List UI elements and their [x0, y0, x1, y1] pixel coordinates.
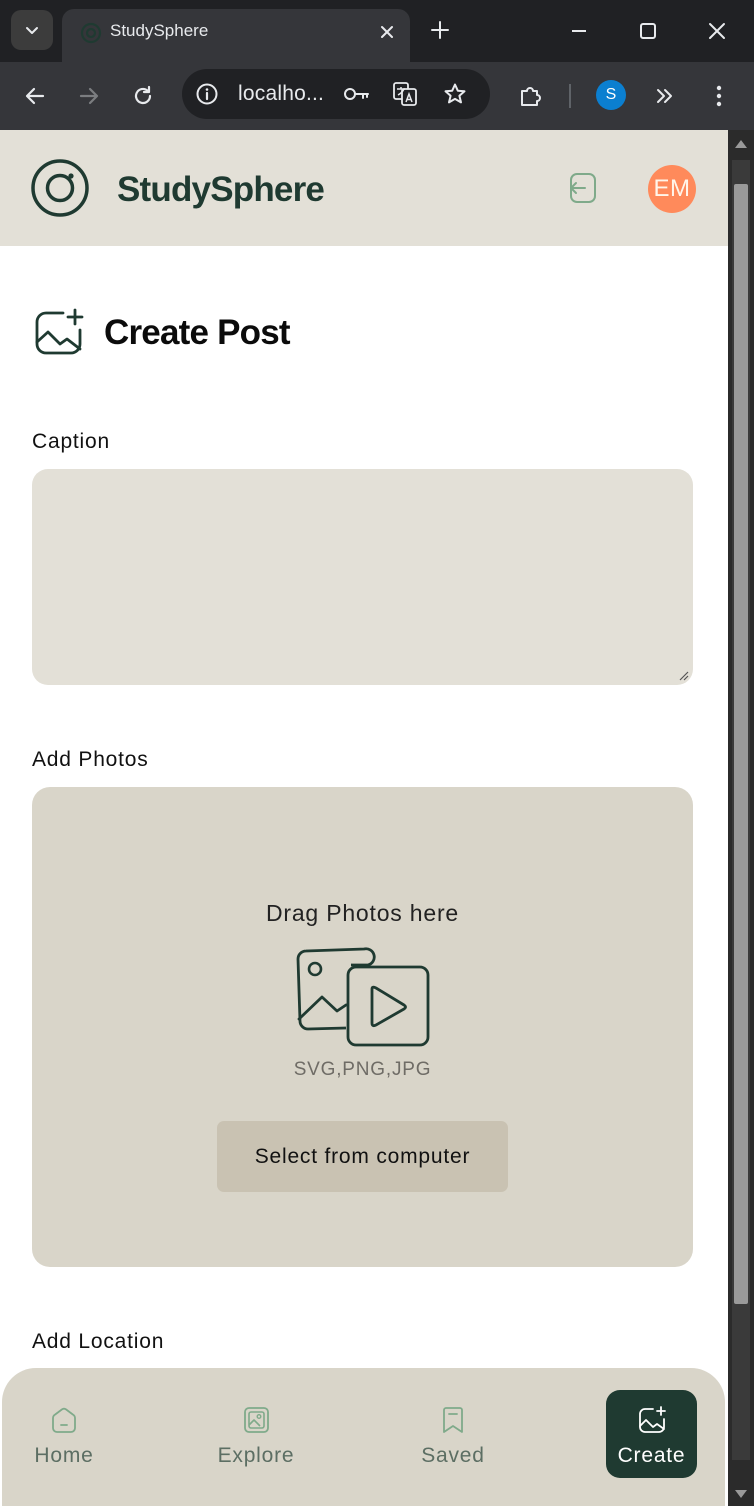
- extensions-button[interactable]: [514, 79, 548, 113]
- forward-button[interactable]: [72, 79, 106, 113]
- chevron-down-icon: [26, 27, 38, 34]
- drag-text: Drag Photos here: [265, 900, 460, 926]
- plus-icon: [431, 21, 449, 39]
- chevron-double-right-icon: [657, 89, 672, 103]
- accepted-formats: SVG,PNG,JPG: [293, 1059, 432, 1080]
- nav-label-home: Home: [34, 1444, 94, 1467]
- tab-close-button[interactable]: [376, 21, 398, 43]
- active-tab[interactable]: StudySphere: [62, 9, 410, 62]
- url-text: localho...: [238, 82, 325, 105]
- toolbar-divider: [569, 84, 571, 108]
- kebab-menu-icon: [716, 85, 722, 107]
- app-header: StudySphere EM: [0, 130, 728, 246]
- browser-toolbar: localho... S: [0, 62, 754, 130]
- key-icon: [344, 88, 369, 100]
- photo-dropzone[interactable]: Drag Photos here SVG,PNG,JPG Select from…: [32, 787, 693, 1267]
- nav-label-create: Create: [617, 1444, 686, 1467]
- profile-avatar[interactable]: S: [596, 80, 626, 110]
- nav-item-home[interactable]: Home: [22, 1390, 106, 1478]
- star-icon: [444, 83, 466, 104]
- scroll-thumb[interactable]: [734, 184, 748, 1304]
- back-button[interactable]: [18, 79, 52, 113]
- logout-icon[interactable]: [565, 170, 601, 206]
- minimize-button[interactable]: [562, 14, 596, 48]
- page-title: Create Post: [104, 313, 291, 352]
- bottom-nav: Home Explore Saved Create: [2, 1368, 725, 1506]
- bookmark-star-button[interactable]: [440, 79, 470, 109]
- scroll-down-arrow-icon[interactable]: [735, 1490, 747, 1498]
- gallery-icon: [244, 1407, 269, 1433]
- maximize-icon: [640, 23, 656, 39]
- minimize-icon: [572, 30, 586, 32]
- puzzle-icon: [521, 87, 541, 106]
- page-scrollbar[interactable]: [728, 130, 754, 1506]
- nav-label-explore: Explore: [217, 1444, 295, 1467]
- arrow-right-icon: [79, 87, 99, 105]
- select-from-computer-button[interactable]: Select from computer: [217, 1121, 508, 1192]
- close-icon: [381, 26, 393, 38]
- tab-search-button[interactable]: [11, 10, 53, 50]
- close-window-button[interactable]: [700, 14, 734, 48]
- page-viewport: StudySphere EM Create Post Caption Add P…: [0, 130, 728, 1506]
- image-plus-icon: [35, 308, 84, 355]
- caption-label: Caption: [32, 430, 110, 453]
- address-bar[interactable]: localho...: [182, 69, 490, 119]
- maximize-button[interactable]: [631, 14, 665, 48]
- reload-button[interactable]: [126, 79, 160, 113]
- nav-label-saved: Saved: [421, 1444, 485, 1467]
- arrow-left-icon: [25, 87, 45, 105]
- browser-tab-bar: StudySphere: [0, 0, 754, 62]
- site-info-button[interactable]: [192, 79, 222, 109]
- password-key-button[interactable]: [342, 79, 372, 109]
- photo-video-icon: [296, 947, 430, 1047]
- scroll-up-arrow-icon[interactable]: [735, 140, 747, 148]
- brand-name[interactable]: StudySphere: [117, 170, 325, 210]
- nav-item-create[interactable]: Create: [606, 1390, 697, 1478]
- caption-textarea[interactable]: [32, 469, 693, 685]
- close-icon: [709, 23, 725, 39]
- nav-item-explore[interactable]: Explore: [208, 1390, 304, 1478]
- user-avatar[interactable]: EM: [648, 165, 696, 213]
- nav-item-saved[interactable]: Saved: [410, 1390, 496, 1478]
- home-icon: [52, 1407, 76, 1433]
- location-label: Add Location: [32, 1330, 165, 1353]
- reload-icon: [134, 85, 152, 105]
- studysphere-favicon-icon: [80, 22, 102, 44]
- photos-label: Add Photos: [32, 748, 149, 771]
- more-extensions-button[interactable]: [648, 79, 682, 113]
- translate-button[interactable]: [390, 79, 420, 109]
- bookmark-icon: [443, 1407, 463, 1433]
- scroll-track[interactable]: [732, 160, 750, 1460]
- resize-grip-icon[interactable]: [677, 669, 689, 681]
- translate-icon: [393, 82, 417, 106]
- new-tab-button[interactable]: [426, 16, 454, 44]
- tab-title: StudySphere: [110, 21, 209, 40]
- info-icon: [196, 83, 218, 105]
- browser-menu-button[interactable]: [702, 79, 736, 113]
- logo-icon[interactable]: [30, 158, 90, 218]
- image-plus-icon: [638, 1406, 666, 1433]
